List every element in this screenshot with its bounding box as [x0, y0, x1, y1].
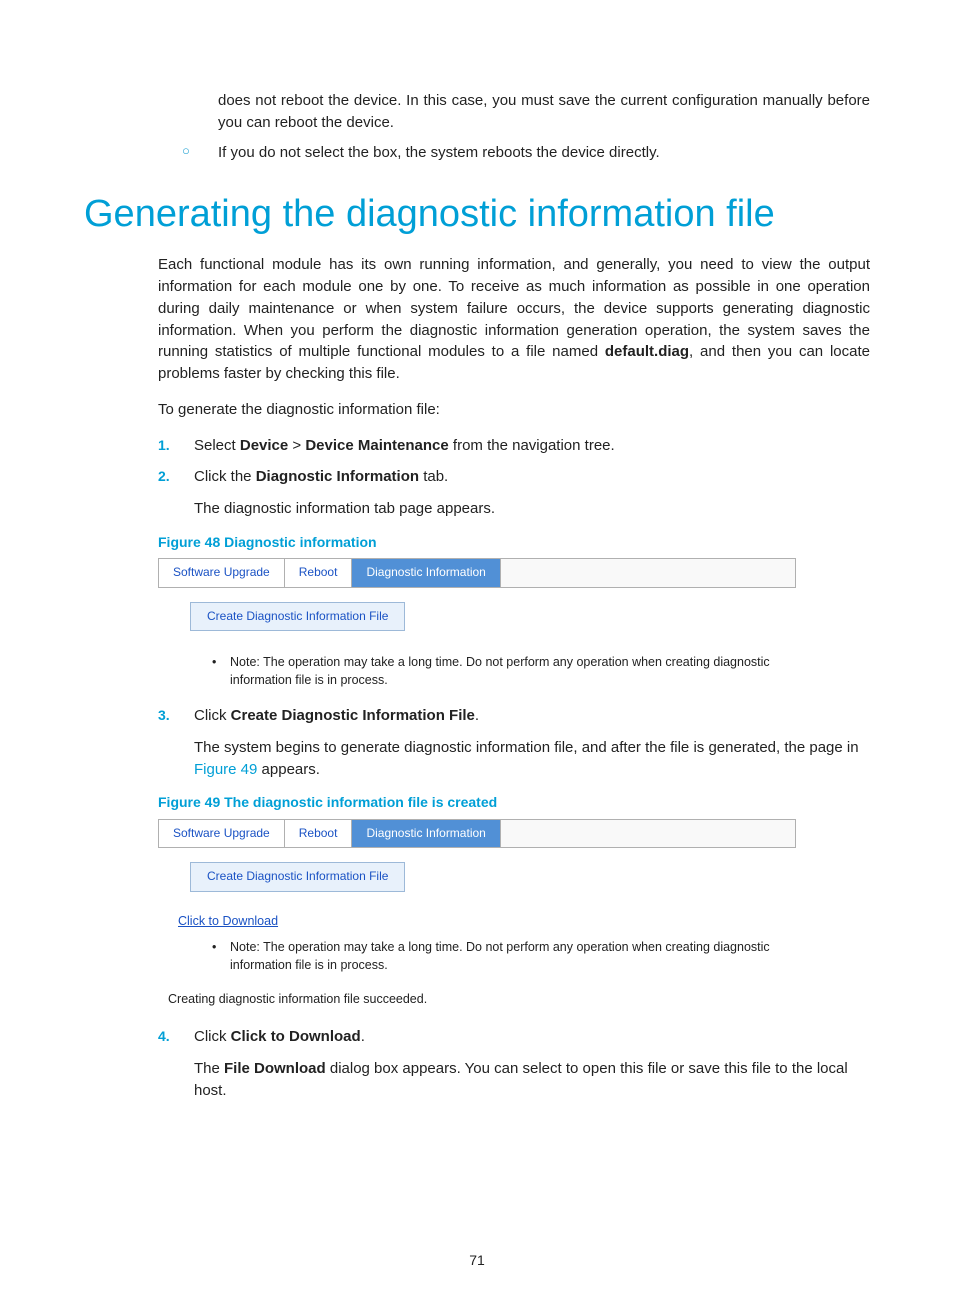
continuation-text: does not reboot the device. In this case… [218, 90, 870, 134]
step-item-2: Click the Diagnostic Information tab. Th… [158, 466, 870, 520]
sub-text: The [194, 1060, 224, 1077]
tab-spacer [501, 820, 795, 847]
tab-diagnostic-information[interactable]: Diagnostic Information [352, 559, 500, 586]
page-number: 71 [0, 1252, 954, 1268]
step-sub-text: The diagnostic information tab page appe… [194, 498, 870, 520]
tab-bar: Software Upgrade Reboot Diagnostic Infor… [158, 558, 796, 587]
bullet-dot-icon: • [212, 653, 230, 689]
tab-software-upgrade[interactable]: Software Upgrade [159, 559, 285, 586]
ui-label: Device Maintenance [305, 437, 448, 454]
ui-label: Click to Download [231, 1028, 361, 1045]
figure-49-screenshot: Software Upgrade Reboot Diagnostic Infor… [158, 819, 796, 1008]
step-item-1: Select Device > Device Maintenance from … [158, 435, 870, 457]
tab-reboot[interactable]: Reboot [285, 820, 353, 847]
sub-bullet-item: ○ If you do not select the box, the syst… [182, 142, 870, 164]
figure-48-caption: Figure 48 Diagnostic information [158, 532, 870, 552]
bullet-dot-icon: • [212, 938, 230, 974]
step-text: from the navigation tree. [449, 437, 615, 454]
figure-48-screenshot: Software Upgrade Reboot Diagnostic Infor… [158, 558, 796, 689]
lead-in-text: To generate the diagnostic information f… [158, 399, 870, 421]
step-text: . [361, 1028, 365, 1045]
section-heading: Generating the diagnostic information fi… [84, 187, 870, 242]
step-text: tab. [419, 468, 448, 485]
step-text: Click [194, 707, 231, 724]
figure-49-caption: Figure 49 The diagnostic information fil… [158, 792, 870, 812]
step-sub-text: The system begins to generate diagnostic… [194, 737, 870, 781]
note-item: • Note: The operation may take a long ti… [194, 938, 796, 974]
step-text: > [288, 437, 305, 454]
tab-software-upgrade[interactable]: Software Upgrade [159, 820, 285, 847]
figure-49-reference[interactable]: Figure 49 [194, 761, 257, 778]
step-item-4: Click Click to Download. The File Downlo… [158, 1026, 870, 1101]
note-text: Note: The operation may take a long time… [230, 653, 796, 689]
note-item: • Note: The operation may take a long ti… [194, 653, 796, 689]
step-sub-text: The File Download dialog box appears. Yo… [194, 1058, 870, 1102]
tab-bar: Software Upgrade Reboot Diagnostic Infor… [158, 819, 796, 848]
tab-diagnostic-information[interactable]: Diagnostic Information [352, 820, 500, 847]
step-text: . [475, 707, 479, 724]
tab-reboot[interactable]: Reboot [285, 559, 353, 586]
click-to-download-link[interactable]: Click to Download [178, 912, 796, 930]
sub-text: appears. [257, 761, 320, 778]
bullet-marker: ○ [182, 142, 218, 164]
filename-bold: default.diag [605, 343, 689, 360]
success-message: Creating diagnostic information file suc… [168, 990, 796, 1008]
step-item-3: Click Create Diagnostic Information File… [158, 705, 870, 780]
bullet-text: If you do not select the box, the system… [218, 142, 660, 164]
ui-label: Device [240, 437, 288, 454]
step-text: Click [194, 1028, 231, 1045]
ui-label: File Download [224, 1060, 326, 1077]
ui-label: Create Diagnostic Information File [231, 707, 475, 724]
note-text: Note: The operation may take a long time… [230, 938, 796, 974]
ui-label: Diagnostic Information [256, 468, 419, 485]
create-diagnostic-file-button[interactable]: Create Diagnostic Information File [190, 602, 405, 631]
intro-paragraph: Each functional module has its own runni… [158, 254, 870, 385]
create-diagnostic-file-button[interactable]: Create Diagnostic Information File [190, 862, 405, 891]
tab-spacer [501, 559, 795, 586]
step-text: Select [194, 437, 240, 454]
sub-text: The system begins to generate diagnostic… [194, 739, 859, 756]
step-text: Click the [194, 468, 256, 485]
